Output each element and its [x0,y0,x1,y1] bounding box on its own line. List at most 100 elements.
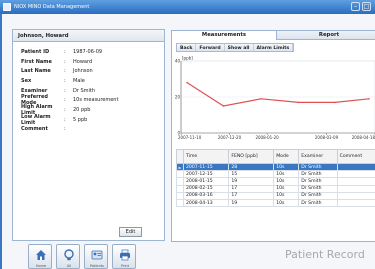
patient-field-separator: : [64,77,66,84]
patient-field-separator: : [64,126,66,133]
col-feno-header[interactable]: FENO [ppb] [228,149,275,164]
patient-field-value: 10s measurement [73,97,119,104]
table-cell-feno: 15 [228,170,275,179]
table-row[interactable]: 2008-02-15 17 10s Dr Smith [176,184,375,193]
show-all-button[interactable]: Show all [225,44,254,51]
patient-field-separator: : [64,58,66,65]
print-button[interactable]: Print [112,244,136,269]
measurements-panel: Measurements Report Back Forward Show al… [171,30,375,242]
table-cell-time: 2008-03-16 [182,191,230,200]
row-indicator [176,184,184,193]
patient-field-row: Low Alarm Limit:5 ppb [21,113,153,126]
patient-record-caption: Patient Record [285,248,365,261]
title-bar: NIOX MINO Data Management – □ [0,0,375,14]
table-row[interactable]: 2007-12-15 15 10s Dr Smith [176,170,375,179]
tab-bar: Measurements Report [172,31,375,40]
patient-info-panel: Johnson, Howard Patient ID:1987-06-09 Fir… [12,29,165,241]
maximize-icon[interactable]: □ [362,2,371,11]
table-row[interactable]: 2008-01-15 19 10s Dr Smith [176,177,375,186]
table-cell-time: 2008-01-15 [182,177,230,186]
x-tick-label: 2007-11-10 [178,135,202,140]
table-cell-feno: 17 [228,184,275,193]
row-indicator [176,198,184,208]
measurements-table: Time FENO [ppb] Mode Examiner Comment ► 2007-… [176,149,375,208]
data-point [260,98,262,100]
table-cell-feno: 19 [228,177,275,186]
x-tick-label: 2007-12-20 [218,135,242,140]
table-cell-comment [336,177,375,186]
row-indicator [176,170,184,179]
table-cell-time: 2007-11-15 [182,162,230,172]
forward-button[interactable]: Forward [196,44,225,51]
patient-field-label: Patient ID [21,48,50,55]
table-cell-feno: 19 [228,198,275,208]
home-button[interactable]: Home [28,244,52,269]
window-title: NIOX MINO Data Management [14,4,90,10]
col-examiner-header[interactable]: Examiner [298,149,338,164]
bulb-icon [64,249,74,261]
tab-measurements[interactable]: Measurements [172,31,277,40]
patient-field-label: Examiner [21,87,48,94]
patient-field-row: First Name: Howard [21,57,153,67]
data-point [186,81,188,84]
data-point [222,105,225,107]
print-icon [120,249,130,261]
table-cell-comment [336,191,375,200]
patient-field-label: First Name [21,58,52,65]
y-tick-label: 20 [175,95,181,100]
feno-chart: 40 20 0 [ppb] 2007-11-10 2007-12-20 2008-01-20… [172,53,375,145]
table-cell-feno: 28 [228,162,275,172]
data-point [297,101,300,104]
patient-field-separator: : [64,48,66,55]
bottom-toolbar: Home All Patients Print [28,244,136,269]
app-icon [3,3,11,11]
all-button-label: All [66,264,72,268]
patient-field-row: Last Name: Johnson [21,66,153,76]
table-cell-time: 2008-02-15 [182,184,230,193]
patients-button[interactable]: Patients [84,244,108,269]
table-row[interactable]: ► 2007-11-15 28 10s Dr Smith [176,162,375,172]
back-button[interactable]: Back [177,44,197,51]
table-cell-mode: 10s [273,184,300,193]
tab-report[interactable]: Report [277,31,375,40]
table-cell-comment [336,198,375,208]
home-icon [36,250,46,260]
table-cell-feno: 17 [228,191,275,200]
patient-name-header: Johnson, Howard [13,30,164,42]
patient-field-label: Low Alarm Limit [21,113,51,126]
patient-field-value: Howard [73,58,93,65]
table-cell-mode: 10s [273,170,300,179]
col-mode-header[interactable]: Mode [273,149,300,164]
row-indicator [176,177,184,186]
all-button[interactable]: All [56,244,80,269]
table-cell-comment [336,170,375,179]
patient-field-label: Last Name [21,68,51,75]
data-point [334,101,336,104]
table-body: ► 2007-11-15 28 10s Dr Smith 2007-12-15 15 10s D… [176,162,375,208]
patient-field-label: Sex [21,77,32,84]
table-cell-examiner: Dr Smith [298,177,338,186]
patient-field-value: Male [73,77,85,84]
table-cell-examiner: Dr Smith [298,198,338,208]
patients-icon [91,250,103,260]
table-cell-time: 2008-04-13 [182,198,230,208]
home-button-label: Home [35,264,47,268]
alarm-limits-button[interactable]: Alarm Limits [254,44,294,51]
table-row[interactable]: 2008-04-13 19 10s Dr Smith [176,198,375,208]
patient-field-value: Johnson [73,68,93,75]
table-cell-examiner: Dr Smith [298,162,338,172]
y-tick-label: 40 [175,59,181,64]
edit-button[interactable]: Edit [119,227,142,237]
table-row[interactable]: 2008-03-16 17 10s Dr Smith [176,191,375,200]
patient-field-separator: : [64,97,66,104]
col-comment-header[interactable]: Comment [336,149,375,164]
minimize-icon[interactable]: – [351,2,360,11]
table-cell-comment [336,184,375,193]
col-time-header[interactable]: Time [182,149,230,164]
patient-field-row: Comment: [21,125,153,135]
table-header-row: Time FENO [ppb] Mode Examiner Comment [176,149,375,164]
row-indicator [176,191,184,200]
table-cell-time: 2007-12-15 [182,170,230,179]
patient-field-value: 5 ppb [73,116,88,123]
patient-field-separator: : [64,87,66,94]
